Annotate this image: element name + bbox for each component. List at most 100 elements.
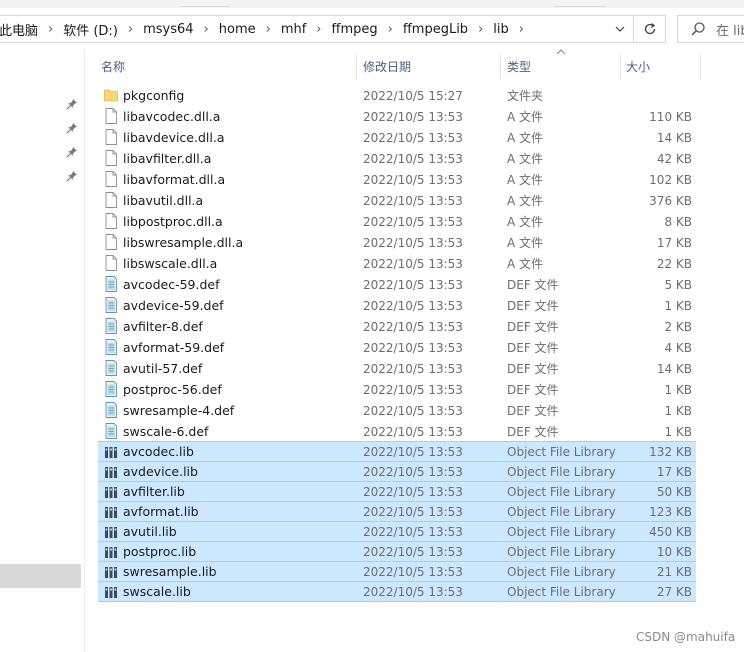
- file-row[interactable]: postproc.lib 2022/10/5 13:53 Object File L…: [98, 541, 696, 562]
- column-divider[interactable]: [500, 54, 501, 80]
- file-name: libswresample.dll.a: [123, 235, 244, 250]
- file-name: libavformat.dll.a: [123, 172, 226, 187]
- file-row[interactable]: avformat-59.def 2022/10/5 13:53 DEF 文件 4 KB: [98, 337, 696, 358]
- file-row[interactable]: avfilter-8.def 2022/10/5 13:53 DEF 文件 2 KB: [98, 316, 696, 337]
- pane-divider[interactable]: [84, 50, 85, 652]
- column-header-name[interactable]: 名称: [101, 50, 125, 82]
- column-divider[interactable]: [356, 54, 357, 80]
- file-row[interactable]: libswresample.dll.a 2022/10/5 13:53 A 文件 17…: [98, 232, 696, 253]
- pin-icon[interactable]: [66, 98, 78, 110]
- navigation-pane[interactable]: [0, 50, 84, 652]
- file-name: avfilter.lib: [123, 484, 185, 499]
- file-row[interactable]: swresample-4.def 2022/10/5 13:53 DEF 文件 1 K…: [98, 400, 696, 421]
- breadcrumb-item[interactable]: lib: [491, 22, 510, 37]
- file-name: avfilter-8.def: [123, 319, 203, 334]
- file-row[interactable]: avutil-57.def 2022/10/5 13:53 DEF 文件 14 KB: [98, 358, 696, 379]
- column-divider[interactable]: [620, 54, 621, 80]
- file-type: DEF 文件: [507, 299, 559, 313]
- file-name: avdevice.lib: [123, 464, 198, 479]
- file-row[interactable]: libavdevice.dll.a 2022/10/5 13:53 A 文件 14 K…: [98, 127, 696, 148]
- file-row[interactable]: avformat.lib 2022/10/5 13:53 Object File L…: [98, 501, 696, 522]
- file-row[interactable]: libavcodec.dll.a 2022/10/5 13:53 A 文件 110 K…: [98, 106, 696, 127]
- nav-selected-item[interactable]: [0, 564, 81, 588]
- def-file-icon: [104, 297, 118, 313]
- folder-icon: [104, 87, 118, 103]
- file-size: 1 KB: [664, 298, 692, 313]
- file-size: 17 KB: [656, 235, 692, 250]
- breadcrumb-separator[interactable]: ›: [380, 22, 401, 37]
- file-row[interactable]: libavutil.dll.a 2022/10/5 13:53 A 文件 376 KB: [98, 190, 696, 211]
- address-bar[interactable]: 此电脑 › 软件 (D:) › msys64 › home › mhf › ff…: [0, 15, 634, 43]
- file-modified-date: 2022/10/5 13:53: [363, 319, 463, 334]
- file-modified-date: 2022/10/5 13:53: [363, 340, 463, 355]
- file-row[interactable]: avdevice.lib 2022/10/5 13:53 Object File L…: [98, 461, 696, 482]
- file-name: postproc.lib: [123, 544, 197, 559]
- file-row[interactable]: libpostproc.dll.a 2022/10/5 13:53 A 文件 8 KB: [98, 211, 696, 232]
- file-row[interactable]: pkgconfig 2022/10/5 15:27 文件夹: [98, 85, 696, 106]
- file-modified-date: 2022/10/5 13:53: [363, 172, 463, 187]
- breadcrumb-item[interactable]: mhf: [279, 22, 308, 37]
- file-size: 17 KB: [656, 464, 692, 479]
- file-type: Object File Library: [507, 584, 616, 599]
- breadcrumb-separator[interactable]: ›: [470, 22, 491, 37]
- file-type: Object File Library: [507, 484, 616, 499]
- pin-icon[interactable]: [66, 170, 78, 182]
- file-row[interactable]: avdevice-59.def 2022/10/5 13:53 DEF 文件 1 KB: [98, 295, 696, 316]
- breadcrumb: 此电脑 › 软件 (D:) › msys64 › home › mhf › ff…: [0, 16, 532, 42]
- file-row[interactable]: libavformat.dll.a 2022/10/5 13:53 A 文件 102 …: [98, 169, 696, 190]
- breadcrumb-item[interactable]: ffmpegLib: [401, 22, 470, 37]
- file-icon: [104, 171, 118, 187]
- file-row[interactable]: avcodec-59.def 2022/10/5 13:53 DEF 文件 5 KB: [98, 274, 696, 295]
- search-icon: [691, 22, 705, 36]
- file-row[interactable]: swscale.lib 2022/10/5 13:53 Object File Li…: [98, 581, 696, 602]
- column-header-size[interactable]: 大小: [626, 50, 650, 82]
- ribbon-fragment: [180, 0, 230, 7]
- breadcrumb-item[interactable]: 此电脑: [0, 20, 40, 39]
- breadcrumb-separator[interactable]: ›: [308, 22, 329, 37]
- file-row[interactable]: postproc-56.def 2022/10/5 13:53 DEF 文件 1 KB: [98, 379, 696, 400]
- column-header-date[interactable]: 修改日期: [363, 50, 411, 82]
- search-placeholder: 在 lib: [716, 23, 744, 39]
- file-type: 文件夹: [507, 89, 544, 103]
- file-icon: [104, 255, 118, 271]
- refresh-button[interactable]: [634, 15, 666, 43]
- file-row[interactable]: swscale-6.def 2022/10/5 13:53 DEF 文件 1 KB: [98, 421, 696, 442]
- file-name: libavdevice.dll.a: [123, 130, 225, 145]
- breadcrumb-separator[interactable]: ›: [196, 22, 217, 37]
- column-divider[interactable]: [700, 54, 701, 80]
- file-type: DEF 文件: [507, 362, 559, 376]
- file-name: avcodec-59.def: [123, 277, 220, 292]
- breadcrumb-separator[interactable]: ›: [120, 22, 141, 37]
- breadcrumb-item[interactable]: ffmpeg: [330, 22, 380, 37]
- breadcrumb-separator[interactable]: ›: [40, 22, 61, 37]
- file-row[interactable]: libswscale.dll.a 2022/10/5 13:53 A 文件 22 KB: [98, 253, 696, 274]
- breadcrumb-separator[interactable]: ›: [511, 22, 532, 37]
- pin-icon[interactable]: [66, 146, 78, 158]
- search-input[interactable]: 在 lib: [677, 15, 744, 43]
- file-type: Object File Library: [507, 564, 616, 579]
- file-type: DEF 文件: [507, 320, 559, 334]
- file-type: Object File Library: [507, 504, 616, 519]
- pin-icon[interactable]: [66, 122, 78, 134]
- file-name: swresample.lib: [123, 564, 217, 579]
- file-name: swscale.lib: [123, 584, 191, 599]
- file-row[interactable]: swresample.lib 2022/10/5 13:53 Object File…: [98, 561, 696, 582]
- file-row[interactable]: avutil.lib 2022/10/5 13:53 Object File Lib…: [98, 521, 696, 542]
- address-history-dropdown[interactable]: [607, 16, 633, 42]
- breadcrumb-item[interactable]: home: [217, 22, 258, 37]
- breadcrumb-item[interactable]: msys64: [141, 22, 195, 37]
- file-type: A 文件: [507, 257, 544, 271]
- file-modified-date: 2022/10/5 13:53: [363, 444, 463, 459]
- file-row[interactable]: libavfilter.dll.a 2022/10/5 13:53 A 文件 42 K…: [98, 148, 696, 169]
- file-type: DEF 文件: [507, 341, 559, 355]
- breadcrumb-separator[interactable]: ›: [258, 22, 279, 37]
- column-header-type[interactable]: 类型: [507, 50, 531, 82]
- file-row[interactable]: avfilter.lib 2022/10/5 13:53 Object File L…: [98, 481, 696, 502]
- file-type: Object File Library: [507, 464, 616, 479]
- file-size: 4 KB: [664, 340, 692, 355]
- breadcrumb-item[interactable]: 软件 (D:): [61, 20, 120, 39]
- file-modified-date: 2022/10/5 13:53: [363, 403, 463, 418]
- file-size: 1 KB: [664, 424, 692, 439]
- file-row[interactable]: avcodec.lib 2022/10/5 13:53 Object File Li…: [98, 441, 696, 462]
- file-name: avdevice-59.def: [123, 298, 224, 313]
